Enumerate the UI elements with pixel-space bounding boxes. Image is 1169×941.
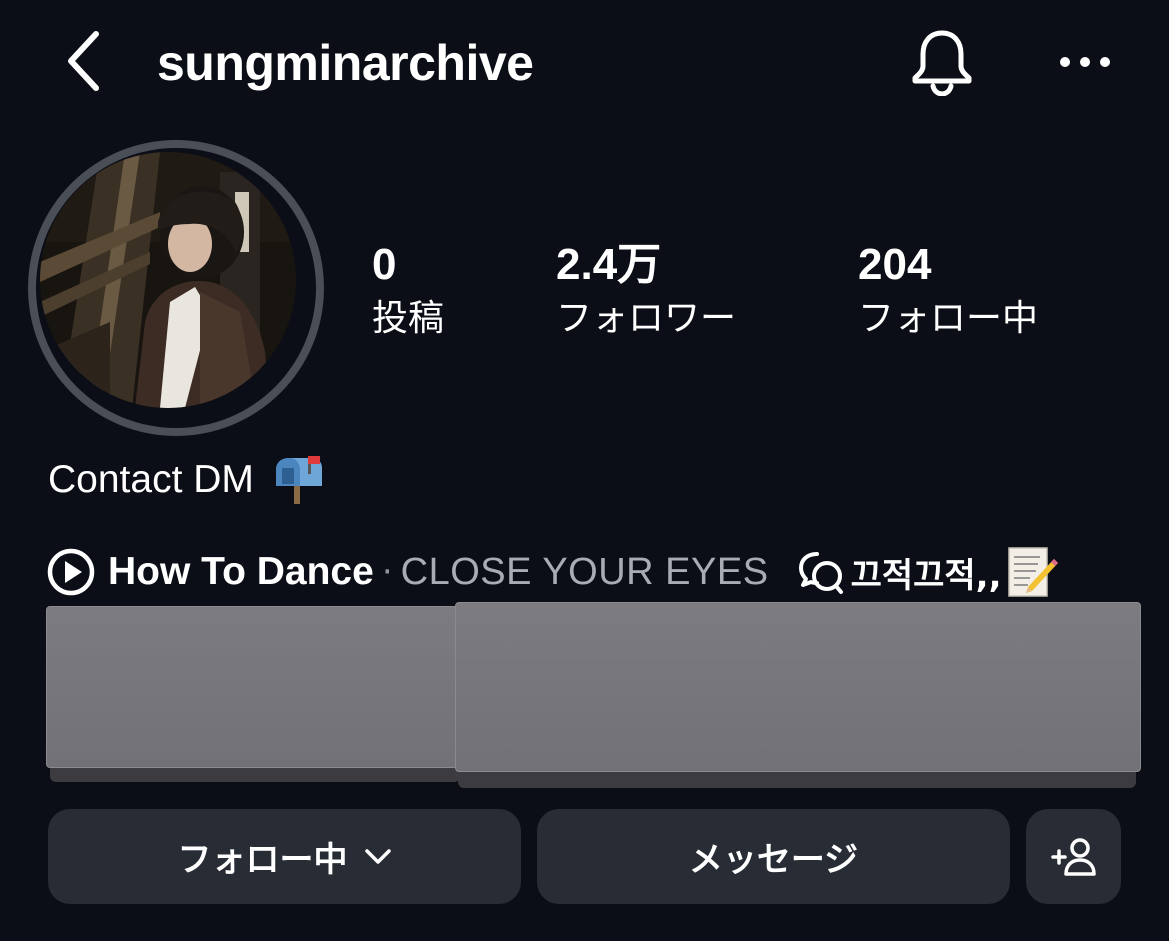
- memo-icon: [1006, 545, 1058, 599]
- message-button-label: メッセージ: [688, 840, 859, 880]
- profile-screen: sungminarchive 0 投稿 2.4万 フォロワー 204 フォロー中…: [0, 0, 1169, 941]
- profile-username: sungminarchive: [157, 35, 534, 91]
- threads-text: 끄적끄적,,: [850, 555, 1002, 596]
- following-count: 204: [858, 240, 932, 289]
- bell-icon: [912, 30, 972, 96]
- more-horizontal-icon: [1060, 57, 1110, 67]
- chevron-left-icon: [68, 31, 99, 91]
- stat-posts[interactable]: 0 投稿: [372, 240, 444, 344]
- following-button-label: フォロー中: [177, 840, 348, 880]
- bio: Contact DM: [48, 452, 324, 508]
- back-button[interactable]: [58, 28, 108, 94]
- message-button[interactable]: メッセージ: [537, 809, 1010, 904]
- following-label: フォロー中: [858, 298, 1039, 339]
- redaction-block-left: [46, 606, 462, 768]
- more-options-button[interactable]: [1054, 44, 1116, 80]
- music-row: How To Dance · CLOSE YOUR EYES 끄적끄적,,: [46, 544, 1058, 600]
- chevron-down-icon: [364, 848, 392, 866]
- threads-icon: [798, 552, 843, 594]
- avatar-photo: [40, 152, 296, 408]
- notifications-button[interactable]: [906, 26, 978, 98]
- bio-text: Contact DM: [48, 458, 254, 501]
- add-person-icon: [1050, 837, 1096, 876]
- avatar: [40, 152, 296, 408]
- song-artist: CLOSE YOUR EYES: [400, 550, 769, 593]
- posts-count: 0: [372, 240, 397, 289]
- posts-label: 投稿: [372, 298, 445, 339]
- redaction-block-right: [455, 602, 1141, 772]
- suggest-accounts-button[interactable]: [1026, 809, 1121, 904]
- play-circle-icon[interactable]: [46, 547, 96, 597]
- stat-followers[interactable]: 2.4万 フォロワー: [556, 240, 736, 344]
- mailbox-icon: [272, 454, 324, 506]
- followers-label: フォロワー: [556, 298, 737, 339]
- stat-following[interactable]: 204 フォロー中: [858, 240, 1038, 344]
- avatar-story-ring[interactable]: [28, 140, 324, 436]
- followers-count: 2.4万: [556, 240, 662, 289]
- threads-link[interactable]: 끄적끄적,,: [797, 545, 1058, 599]
- following-button[interactable]: フォロー中: [48, 809, 521, 904]
- song-title[interactable]: How To Dance: [108, 550, 374, 594]
- song-separator: ·: [381, 552, 393, 592]
